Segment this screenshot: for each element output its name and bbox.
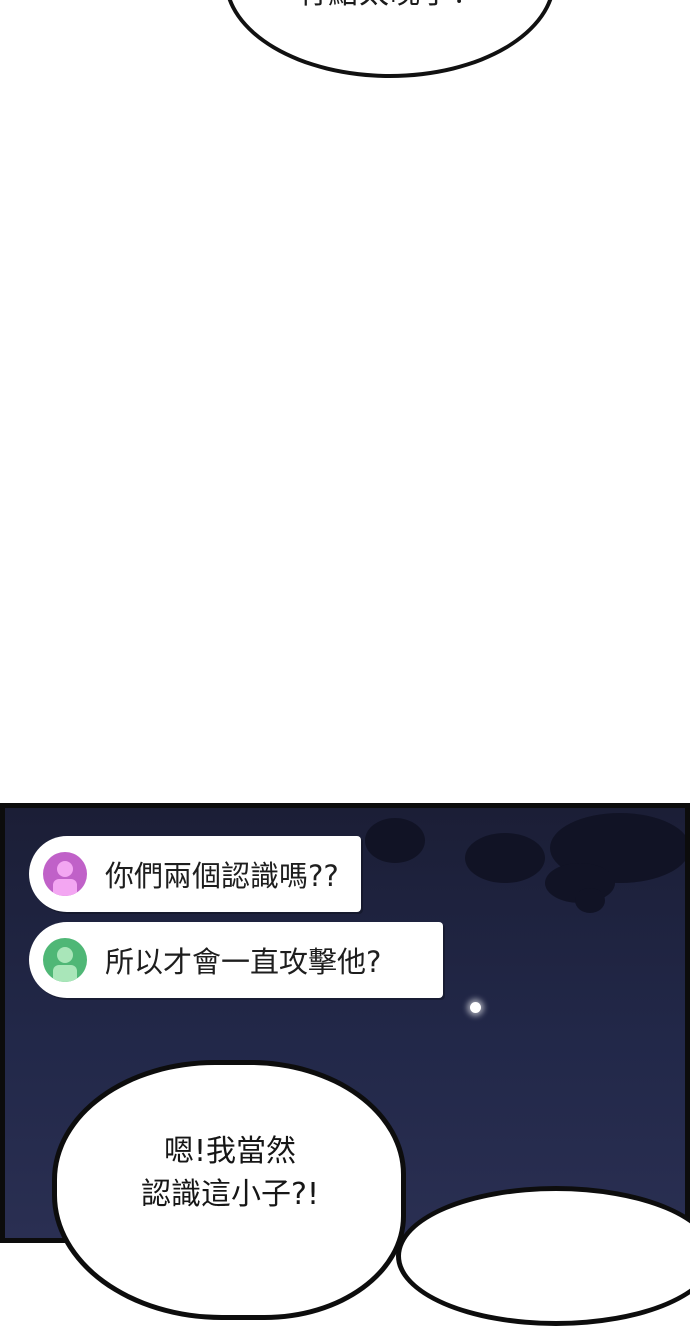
cloud-shape (365, 818, 425, 863)
top-speech-bubble: 有點太晚了？ (224, 0, 556, 78)
speech-text: 嗯!我當然 認識這小子?! (120, 1130, 340, 1216)
speech-bubble-secondary (396, 1186, 690, 1326)
user-avatar-icon (43, 938, 87, 982)
star-dot (470, 1002, 481, 1013)
chat-message-2: 所以才會一直攻擊他? (29, 922, 443, 998)
chat-message-text: 你們兩個認識嗎?? (105, 859, 339, 893)
chat-message-text: 所以才會一直攻擊他? (105, 945, 382, 979)
user-avatar-icon (43, 852, 87, 896)
chat-message-1: 你們兩個認識嗎?? (29, 836, 361, 912)
cloud-shape (575, 888, 605, 913)
speech-line-1: 嗯!我當然 (163, 1134, 297, 1169)
cloud-shape (465, 833, 545, 883)
speech-line-2: 認識這小子?! (141, 1177, 319, 1212)
top-speech-text: 有點太晚了？ (228, 0, 552, 12)
